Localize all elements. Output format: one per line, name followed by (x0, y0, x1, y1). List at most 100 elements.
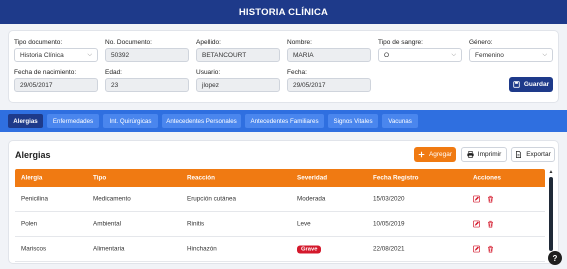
nombre-label: Nombre: (287, 39, 312, 46)
tipo-sangre-select[interactable]: O ⌵ (378, 48, 462, 62)
edit-icon[interactable] (473, 195, 480, 203)
alergia-cell: Polen (21, 220, 38, 228)
tab-label: Enfermedades (52, 117, 94, 125)
print-button[interactable]: Imprimir (461, 147, 507, 162)
scroll-up-icon[interactable]: ▲ (547, 169, 555, 175)
save-icon (513, 81, 520, 88)
alergia-cell: Mariscos (21, 245, 47, 253)
document-icon (516, 151, 522, 158)
allergies-panel: Alergias Agregar Imprimir Exportar Alerg… (8, 140, 559, 264)
no-documento-label: No. Documento: (105, 39, 152, 46)
export-button-label: Exportar (526, 151, 551, 158)
tipo-sangre-field: Tipo de sangre: O ⌵ (378, 39, 462, 62)
apellido-value: BETANCOURT (202, 51, 247, 59)
genero-value: Femenino (475, 51, 504, 59)
trash-icon[interactable] (487, 220, 494, 228)
usuario-field: Usuario: jlopez (196, 69, 280, 92)
fecha-cell: 22/08/2021 (373, 245, 405, 253)
nombre-input[interactable]: MARIA (287, 48, 371, 62)
tab-label: Antecedentes Familiares (250, 117, 319, 125)
genero-field: Género: Femenino ⌵ (469, 39, 553, 62)
table-scrollbar[interactable]: ▲ ▼ (547, 169, 555, 259)
column-header: Fecha Registro (373, 174, 419, 182)
tab-label: Vacunas (388, 117, 412, 125)
edad-value: 23 (111, 81, 119, 89)
column-header: Tipo (93, 174, 107, 182)
chevron-down-icon: ⌵ (451, 52, 456, 58)
trash-icon[interactable] (487, 245, 494, 253)
scrollbar-thumb[interactable] (549, 177, 553, 251)
severidad-cell: Leve (297, 220, 311, 228)
chevron-down-icon: ⌵ (87, 52, 92, 58)
nombre-field: Nombre: MARIA (287, 39, 371, 62)
tipo-sangre-value: O (384, 51, 390, 59)
fecha-input[interactable]: 29/05/2017 (287, 78, 371, 92)
column-header: Alergia (21, 174, 43, 182)
tipo-documento-value: Historia Clínica (20, 51, 64, 59)
patient-info-card: Tipo documento: Historia Clínica ⌵ No. D… (8, 30, 559, 103)
genero-label: Género: (469, 39, 493, 46)
usuario-label: Usuario: (196, 69, 221, 76)
tab-int-quirurgicas[interactable]: Int. Quirúrgicas (103, 114, 158, 128)
no-documento-input[interactable]: 50392 (105, 48, 189, 62)
no-documento-value: 50392 (111, 51, 130, 59)
tab-antecedentes-familiares[interactable]: Antecedentes Familiares (245, 114, 324, 128)
tab-signos-vitales[interactable]: Signos Vitales (328, 114, 378, 128)
trash-icon[interactable] (487, 195, 494, 203)
fecha-label: Fecha: (287, 69, 307, 76)
edad-field: Edad: 23 (105, 69, 189, 92)
tab-label: Int. Quirúrgicas (109, 117, 152, 125)
allergies-table: Alergia Tipo Reacción Severidad Fecha Re… (15, 169, 545, 262)
usuario-input[interactable]: jlopez (196, 78, 280, 92)
fecha-nacimiento-value: 29/05/2017 (20, 81, 53, 89)
tipo-documento-field: Tipo documento: Historia Clínica ⌵ (14, 39, 98, 62)
apellido-field: Apellido: BETANCOURT (196, 39, 280, 62)
severidad-cell: Moderada (297, 195, 326, 203)
nombre-value: MARIA (293, 51, 314, 59)
table-header: Alergia Tipo Reacción Severidad Fecha Re… (15, 169, 545, 187)
table-row: Polen Ambiental Rinitis Leve 10/05/2019 (15, 212, 545, 237)
tab-antecedentes-personales[interactable]: Antecedentes Personales (162, 114, 241, 128)
save-button[interactable]: Guardar (509, 77, 553, 92)
tipo-sangre-label: Tipo de sangre: (378, 39, 423, 46)
tipo-documento-select[interactable]: Historia Clínica ⌵ (14, 48, 98, 62)
tab-enfermedades[interactable]: Enfermedades (47, 114, 99, 128)
plus-icon (418, 151, 425, 158)
tab-alergias[interactable]: Alergias (8, 114, 43, 128)
print-button-label: Imprimir (477, 151, 502, 158)
export-button[interactable]: Exportar (511, 147, 555, 162)
reaccion-cell: Rinitis (187, 220, 205, 228)
alergia-cell: Penicilina (21, 195, 48, 203)
tab-bar: Alergias Enfermedades Int. Quirúrgicas A… (0, 110, 567, 132)
help-button[interactable]: ? (548, 251, 562, 265)
row-actions (473, 195, 494, 203)
fecha-field: Fecha: 29/05/2017 (287, 69, 371, 92)
tab-vacunas[interactable]: Vacunas (382, 114, 418, 128)
tipo-cell: Ambiental (93, 220, 122, 228)
reaccion-cell: Erupción cutánea (187, 195, 237, 203)
apellido-input[interactable]: BETANCOURT (196, 48, 280, 62)
tab-label: Signos Vitales (333, 117, 373, 125)
column-header: Severidad (297, 174, 328, 182)
app-header: HISTORIA CLÍNICA (0, 0, 567, 24)
edit-icon[interactable] (473, 220, 480, 228)
severidad-cell: Grave (297, 245, 322, 254)
tab-label: Alergias (13, 117, 38, 125)
add-button[interactable]: Agregar (414, 147, 456, 162)
fecha-nacimiento-label: Fecha de nacimiento: (14, 69, 77, 76)
fecha-nacimiento-input[interactable]: 29/05/2017 (14, 78, 98, 92)
fecha-cell: 15/03/2020 (373, 195, 405, 203)
help-icon: ? (552, 253, 558, 263)
column-header: Reacción (187, 174, 215, 182)
printer-icon (467, 151, 474, 158)
add-button-label: Agregar (428, 151, 453, 158)
row-actions (473, 245, 494, 253)
fecha-nacimiento-field: Fecha de nacimiento: 29/05/2017 (14, 69, 98, 92)
tab-label: Antecedentes Personales (166, 117, 237, 125)
genero-select[interactable]: Femenino ⌵ (469, 48, 553, 62)
save-button-label: Guardar (523, 81, 550, 88)
page-title: HISTORIA CLÍNICA (238, 6, 329, 18)
edad-input[interactable]: 23 (105, 78, 189, 92)
edit-icon[interactable] (473, 245, 480, 253)
tipo-cell: Medicamento (93, 195, 131, 203)
